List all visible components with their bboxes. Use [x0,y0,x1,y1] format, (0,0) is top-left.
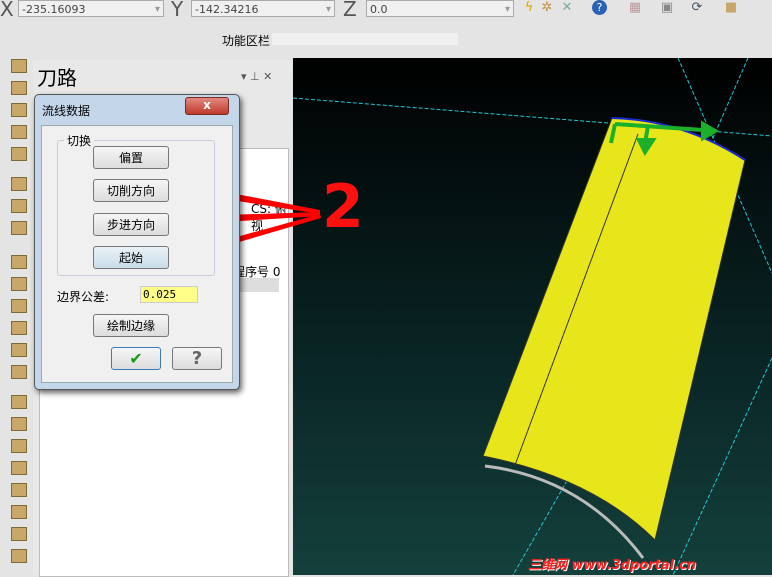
offset-button[interactable]: 偏置 [93,146,169,169]
tolerance-label: 边界公差: [57,290,110,304]
dialog-title: 流线数据 [42,104,91,118]
ok-button[interactable]: ✔ [111,347,161,370]
streamline-dialog: 流线数据 x 切换 偏置 切削方向 步进方向 起始 边界公差: 0.025 绘制… [34,94,240,390]
draw-edge-button[interactable]: 绘制边缘 [93,314,169,337]
cut-direction-button[interactable]: 切削方向 [93,179,169,202]
switch-group-label: 切换 [64,132,95,149]
close-button[interactable]: x [185,97,229,115]
watermark: 三维网 www.3dportal.cn [528,558,697,573]
help-button[interactable]: ? [172,347,222,370]
step-direction-button[interactable]: 步进方向 [93,213,169,236]
start-button[interactable]: 起始 [93,246,169,269]
tolerance-input[interactable]: 0.025 [140,286,198,303]
annotation-number: 2 [322,172,364,242]
